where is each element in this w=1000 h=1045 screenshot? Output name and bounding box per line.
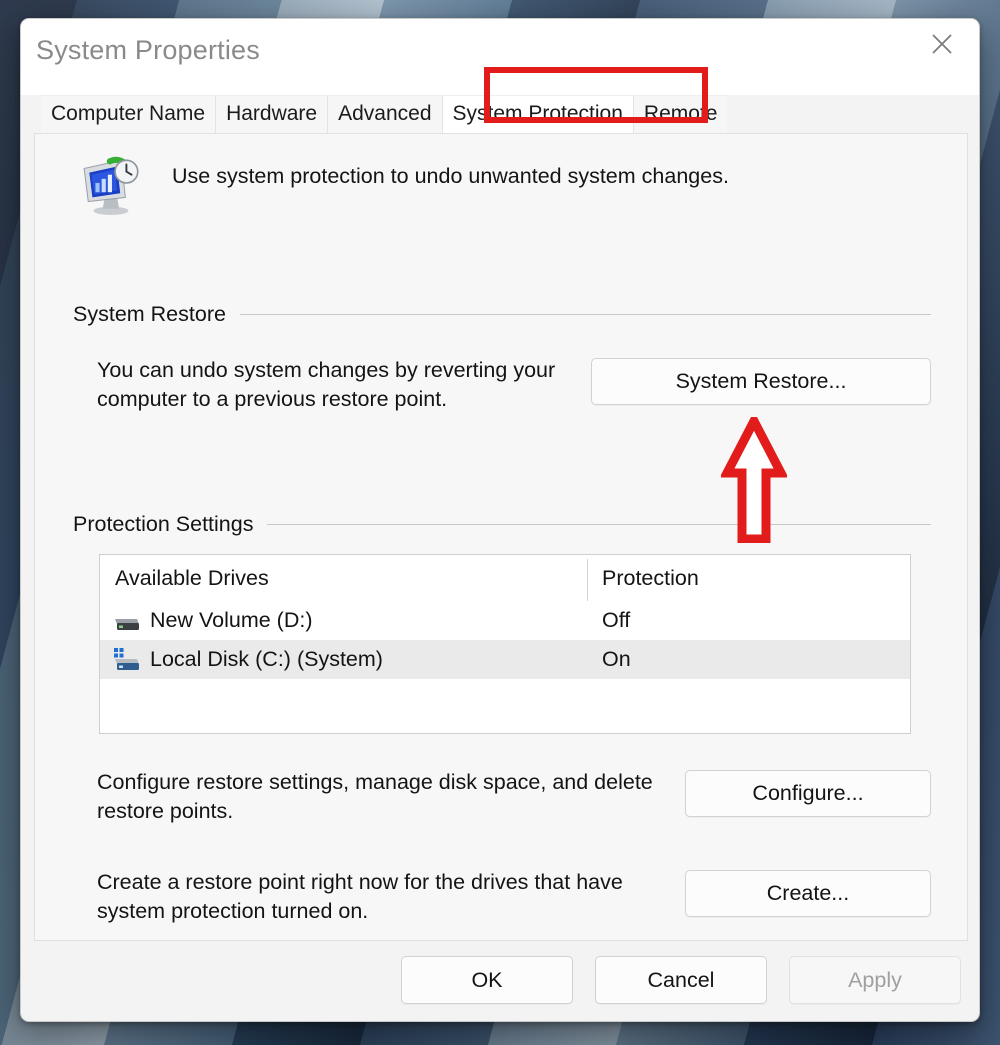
desktop-background: System Properties Computer Name Hardware… (0, 0, 1000, 1045)
tab-remote[interactable]: Remote (632, 95, 728, 133)
configure-button[interactable]: Configure... (685, 770, 931, 817)
hard-disk-icon (115, 618, 139, 630)
drive-protection-value: On (602, 647, 631, 671)
cancel-button[interactable]: Cancel (595, 956, 767, 1004)
system-restore-row: You can undo system changes by reverting… (97, 356, 931, 414)
drives-list-header: Available Drives Protection (100, 555, 910, 601)
tab-advanced[interactable]: Advanced (327, 95, 442, 133)
close-icon[interactable] (911, 19, 973, 69)
table-row[interactable]: Local Disk (C:) (System) On (100, 640, 910, 679)
system-protection-icon (83, 156, 139, 215)
tab-list: Computer Name Hardware Advanced System P… (41, 67, 979, 133)
system-disk-icon (114, 647, 139, 670)
intro-text: Use system protection to undo unwanted s… (172, 164, 729, 188)
create-button[interactable]: Create... (685, 870, 931, 917)
drive-protection-value: Off (602, 608, 631, 632)
configure-row: Configure restore settings, manage disk … (97, 768, 931, 826)
dialog-footer: OK Cancel Apply (21, 939, 979, 1021)
table-row[interactable]: New Volume (D:) Off (100, 601, 910, 640)
drive-name-label: Local Disk (C:) (System) (150, 647, 383, 671)
group-header-protection-settings: Protection Settings (73, 512, 931, 537)
group-rule (267, 524, 931, 525)
tab-hardware[interactable]: Hardware (215, 95, 328, 133)
system-properties-dialog: System Properties Computer Name Hardware… (20, 18, 980, 1022)
configure-description: Configure restore settings, manage disk … (97, 770, 653, 823)
create-row: Create a restore point right now for the… (97, 868, 931, 926)
tab-system-protection[interactable]: System Protection (441, 95, 633, 133)
create-description: Create a restore point right now for the… (97, 870, 623, 923)
title-bar: System Properties (21, 19, 979, 95)
apply-button[interactable]: Apply (789, 956, 961, 1004)
tab-computer-name[interactable]: Computer Name (41, 95, 216, 133)
system-restore-description: You can undo system changes by reverting… (97, 358, 556, 411)
group-header-system-restore: System Restore (73, 302, 931, 327)
available-drives-list[interactable]: Available Drives Protection New Volume (… (99, 554, 911, 734)
drive-name-cell: New Volume (D:) (100, 608, 587, 634)
ok-button[interactable]: OK (401, 956, 573, 1004)
window-title: System Properties (36, 35, 260, 65)
system-restore-button[interactable]: System Restore... (591, 358, 931, 405)
tab-strip: Computer Name Hardware Advanced System P… (21, 67, 979, 133)
group-label-protection-settings: Protection Settings (73, 512, 254, 536)
column-divider (587, 559, 588, 601)
tab-content-panel: Use system protection to undo unwanted s… (34, 133, 968, 941)
group-rule (239, 314, 931, 315)
column-header-available-drives[interactable]: Available Drives (100, 566, 587, 591)
drive-name-label: New Volume (D:) (150, 608, 313, 632)
group-label-system-restore: System Restore (73, 302, 226, 326)
column-header-protection[interactable]: Protection (587, 566, 699, 591)
intro-row: Use system protection to undo unwanted s… (80, 152, 729, 218)
drive-name-cell: Local Disk (C:) (System) (100, 647, 587, 673)
